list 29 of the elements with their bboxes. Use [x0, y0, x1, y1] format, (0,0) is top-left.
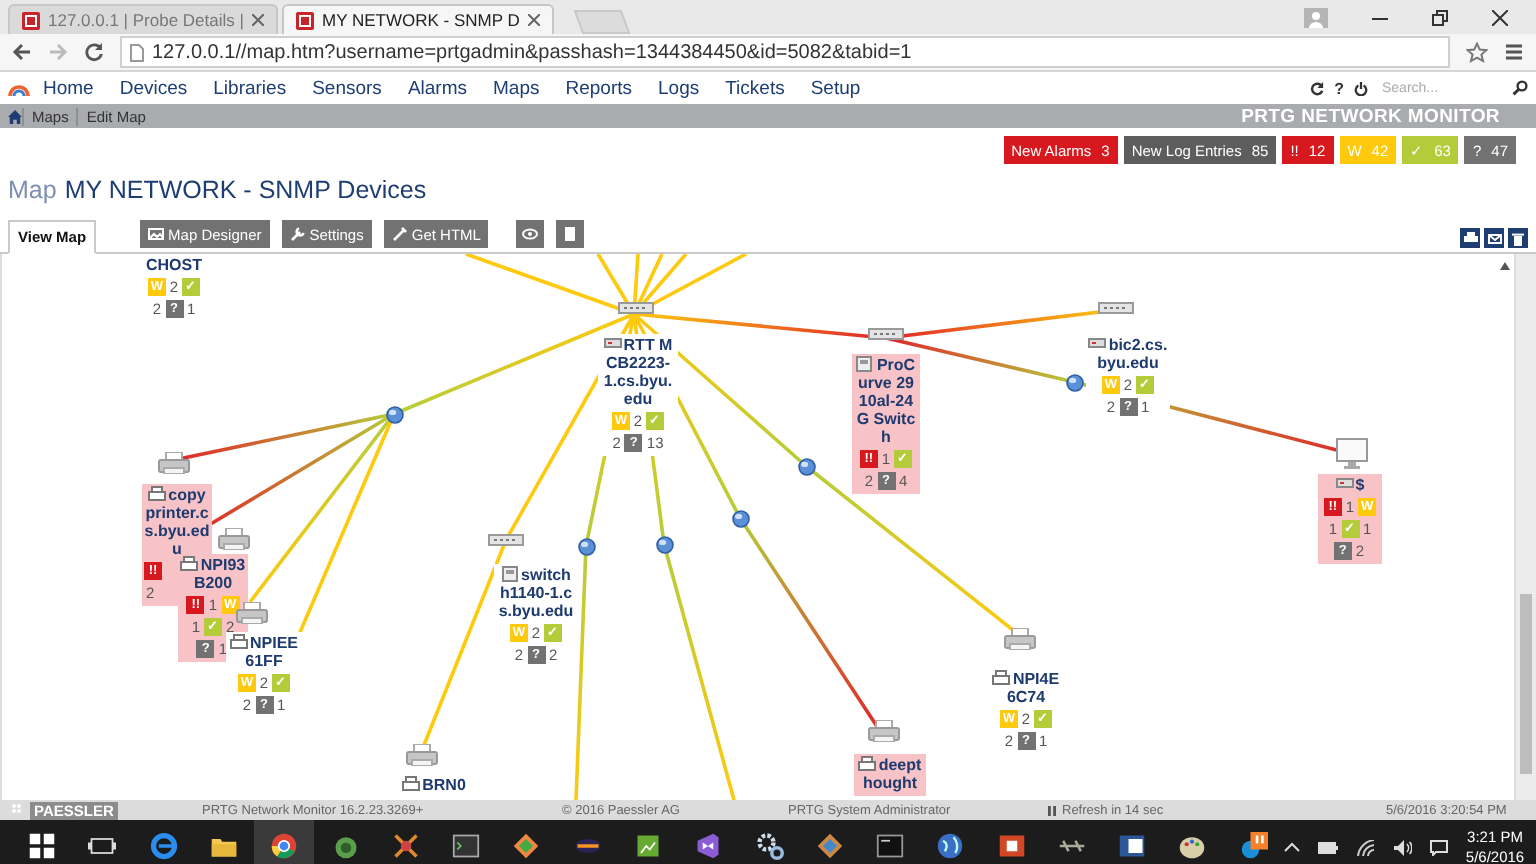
brand-title: PRTG NETWORK MONITOR: [1241, 105, 1502, 127]
nav-link[interactable]: Setup: [810, 77, 861, 99]
device-name[interactable]: NPIEE61FF: [228, 634, 300, 670]
browser-tab[interactable]: 127.0.0.1 | Probe Details |: [8, 4, 278, 34]
nav-link[interactable]: Home: [43, 77, 94, 99]
device-name[interactable]: switch h1140-1.cs.byu.edu: [496, 566, 576, 620]
device-name[interactable]: bic2.cs.byu.edu: [1088, 336, 1168, 372]
device-name[interactable]: copy printer.cs.byu.edu: [144, 486, 210, 558]
device-name[interactable]: CHOST: [132, 256, 216, 274]
device-name[interactable]: RTT MCB2223-1.cs.byu.edu: [600, 336, 676, 408]
nav-link[interactable]: Devices: [119, 77, 188, 99]
nav-link[interactable]: Sensors: [312, 77, 382, 99]
device-name[interactable]: BRN0: [396, 776, 472, 794]
nav-link[interactable]: Alarms: [407, 77, 467, 99]
nav-link[interactable]: Tickets: [725, 77, 785, 99]
nav-link[interactable]: Maps: [493, 77, 540, 99]
device-name[interactable]: ProCurve 2910al-24G Switch: [854, 356, 918, 446]
nav-link[interactable]: Logs: [658, 77, 700, 99]
device-name[interactable]: NPI4E6C74: [990, 670, 1062, 706]
browser-tab[interactable]: MY NETWORK - SNMP D: [281, 4, 554, 34]
page-title: MY NETWORK - SNMP Devices: [64, 176, 427, 204]
device-name[interactable]: deepthought: [856, 756, 924, 792]
page-title-prefix: Map: [8, 176, 57, 204]
nav-link[interactable]: Libraries: [213, 77, 287, 99]
help-link[interactable]: ?: [1334, 79, 1344, 97]
address-bar[interactable]: 127.0.0.1//map.htm?username=prtgadmin&passhash=1344384450&id=5082&tabid=1: [120, 36, 1450, 68]
nav-link[interactable]: Reports: [565, 77, 632, 99]
device-name[interactable]: NPI93B200: [180, 556, 246, 592]
device-name[interactable]: $: [1320, 476, 1380, 494]
